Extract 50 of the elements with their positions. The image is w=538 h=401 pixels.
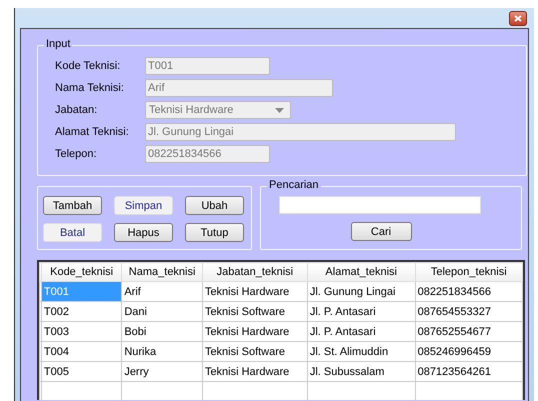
- column-header: Kode_teknisi: [41, 262, 122, 282]
- table-cell[interactable]: T005: [41, 362, 122, 382]
- table-cell[interactable]: 087654553327: [415, 302, 522, 322]
- table-cell[interactable]: Arif: [122, 282, 202, 302]
- table-cell[interactable]: 085246996459: [415, 342, 522, 362]
- table-cell[interactable]: Jl. Subussalam: [307, 362, 416, 382]
- text-field[interactable]: T001: [145, 57, 270, 75]
- table-cell[interactable]: T003: [41, 322, 122, 342]
- field-label: Nama Teknisi:: [55, 82, 125, 94]
- table-cell[interactable]: Jl. St. Alimuddin: [307, 342, 416, 362]
- column-header: Alamat_teknisi: [307, 262, 416, 282]
- group-title: Pencarian: [267, 179, 321, 191]
- table-cell[interactable]: Bobi: [122, 322, 202, 342]
- dropdown-arrow-icon: [275, 108, 284, 112]
- table-cell[interactable]: Jl. P. Antasari: [307, 322, 416, 342]
- table-cell[interactable]: Jl. Gunung Lingai: [307, 282, 416, 302]
- table-cell[interactable]: 087652554677: [415, 322, 522, 342]
- table-cell[interactable]: Teknisi Hardware: [202, 322, 308, 342]
- group-title: Input: [44, 38, 72, 50]
- close-button[interactable]: [509, 10, 527, 26]
- field-label: Telepon:: [55, 148, 98, 160]
- form-button[interactable]: Tutup: [185, 223, 244, 242]
- table-cell[interactable]: Jerry: [122, 362, 202, 382]
- field-label: Kode Teknisi:: [55, 60, 122, 72]
- table-cell[interactable]: Teknisi Software: [202, 302, 308, 322]
- close-icon: [514, 14, 522, 22]
- column-header: Jabatan_teknisi: [202, 262, 308, 282]
- table-cell[interactable]: T004: [41, 342, 122, 362]
- dropdown[interactable]: Teknisi Hardware: [145, 101, 291, 119]
- form-button[interactable]: Ubah: [185, 196, 244, 215]
- table-cell[interactable]: Nurika: [122, 342, 202, 362]
- field-label: Jabatan:: [55, 104, 98, 116]
- text-field[interactable]: Jl. Gunung Lingai: [145, 123, 456, 141]
- table-cell[interactable]: Teknisi Hardware: [202, 362, 308, 382]
- column-header: Nama_teknisi: [122, 262, 202, 282]
- form-button[interactable]: Tambah: [43, 196, 102, 215]
- search-button[interactable]: Cari: [350, 222, 412, 241]
- text-field[interactable]: Arif: [145, 79, 333, 97]
- form-button[interactable]: Hapus: [114, 223, 173, 242]
- field-label: Alamat Teknisi:: [55, 126, 130, 138]
- text-field[interactable]: 082251834566: [145, 145, 270, 163]
- column-header: Telepon_teknisi: [415, 262, 522, 282]
- table-cell[interactable]: Dani: [122, 302, 202, 322]
- table-cell[interactable]: T002: [41, 302, 122, 322]
- table-cell[interactable]: 082251834566: [415, 282, 522, 302]
- table-cell[interactable]: Teknisi Software: [202, 342, 308, 362]
- table-cell[interactable]: Teknisi Hardware: [202, 282, 308, 302]
- table-cell[interactable]: 087123564261: [415, 362, 522, 382]
- search-field[interactable]: [279, 196, 481, 214]
- table-cell[interactable]: Jl. P. Antasari: [307, 302, 416, 322]
